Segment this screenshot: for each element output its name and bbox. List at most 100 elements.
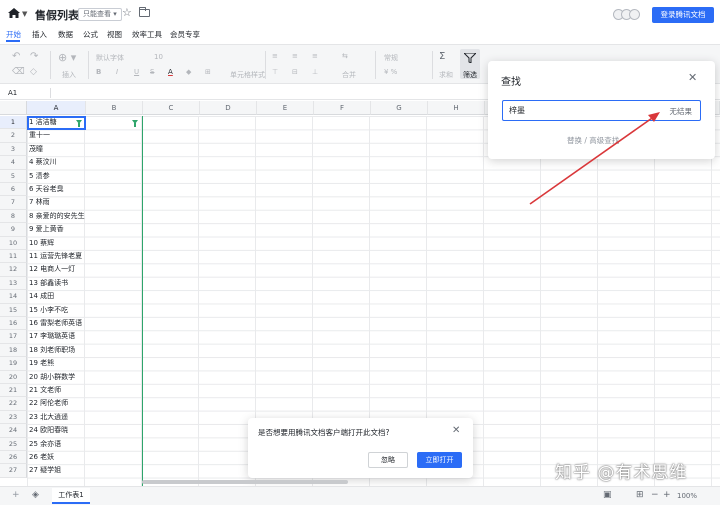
zoom-in-icon[interactable]: + [663,490,671,500]
column-header-d[interactable]: D [200,101,257,115]
cell-a[interactable]: 9 爱上黄香 [29,223,86,236]
cell-a[interactable]: 18 刘老师职场 [29,344,86,357]
row-header[interactable]: 10 [0,236,27,250]
row-header[interactable]: 5 [0,169,27,183]
cell-a[interactable]: 14 成田 [29,290,86,303]
login-button[interactable]: 登录腾讯文档 [652,7,714,23]
cell-a[interactable]: 17 李璐璐英语 [29,330,86,343]
grid-view-icon[interactable]: ⊞ [636,490,644,500]
chevron-down-icon[interactable]: ▼ [22,10,27,18]
merge-label[interactable]: 合并 [342,70,356,80]
clear-format-icon[interactable]: ◇ [30,67,37,77]
select-all-corner[interactable] [0,101,27,115]
number-format-select[interactable]: 常规 [384,53,398,63]
row-header[interactable]: 14 [0,290,27,304]
align-center-icon[interactable]: ≡ [292,52,298,60]
star-icon[interactable]: ☆ [122,6,132,19]
avatar[interactable] [629,9,640,20]
row-header[interactable]: 11 [0,250,27,264]
row-header[interactable]: 18 [0,343,27,358]
tab-insert[interactable]: 插入 [32,29,47,40]
column-header-h[interactable]: H [428,101,485,115]
cell-a[interactable]: 5 渍参 [29,170,86,183]
cell-a[interactable]: 6 天谷老臭 [29,183,86,196]
fill-color-icon[interactable]: ◆ [186,68,191,76]
funnel-icon[interactable] [464,53,476,63]
column-header-f[interactable]: F [314,101,371,115]
tab-efficiency-tools[interactable]: 效率工具 [132,29,162,40]
border-icon[interactable]: ⊞ [205,68,211,76]
filter-label[interactable]: 筛选 [463,70,477,80]
format-painter-icon[interactable]: ⌫ [12,67,25,77]
row-header[interactable]: 1 [0,116,27,130]
font-color-icon[interactable]: A [168,68,173,76]
cell-a[interactable]: 11 运营先锋老夏 [29,250,86,263]
zoom-level[interactable]: 100% [677,492,697,500]
column-header-g[interactable]: G [371,101,428,115]
row-header[interactable]: 24 [0,424,27,438]
cell-a[interactable]: 7 林雨 [29,196,86,209]
row-header[interactable]: 7 [0,196,27,210]
cell-a[interactable]: 27 疑学姐 [29,464,86,477]
redo-icon[interactable]: ↷ [30,51,38,62]
cell-a[interactable]: 4 蔡汶川 [29,156,86,169]
tab-member[interactable]: 会员专享 [170,29,200,40]
column-header-e[interactable]: E [257,101,314,115]
row-header[interactable]: 15 [0,303,27,317]
zoom-out-icon[interactable]: − [651,490,659,500]
align-top-icon[interactable]: ⊤ [272,68,278,76]
wrap-icon[interactable]: ⇆ [342,52,348,60]
sheet-tab[interactable]: 工作表1 [52,488,90,504]
row-header[interactable]: 6 [0,183,27,197]
row-header[interactable]: 27 [0,464,27,478]
close-icon[interactable]: ✕ [452,425,460,436]
close-icon[interactable]: ✕ [688,71,697,84]
undo-icon[interactable]: ↶ [12,51,20,62]
add-sheet-icon[interactable]: + [12,490,20,500]
sheets-list-icon[interactable]: ◈ [32,490,39,500]
cell-a[interactable]: 8 亲爱的的安先生 [29,210,86,223]
row-header[interactable]: 21 [0,384,27,398]
row-header[interactable]: 3 [0,142,27,157]
add-icon[interactable]: ⊕ ▾ [58,51,76,64]
filter-icon[interactable] [132,120,138,127]
row-header[interactable]: 20 [0,370,27,384]
row-header[interactable]: 8 [0,209,27,224]
cell-a[interactable]: 茂瞳 [29,143,86,156]
cell-a[interactable]: 25 余亦语 [29,438,86,451]
italic-icon[interactable]: I [116,68,118,76]
align-bottom-icon[interactable]: ⊥ [312,68,318,76]
cell-a[interactable]: 21 文老师 [29,384,86,397]
horizontal-scrollbar[interactable] [142,480,348,484]
insert-label[interactable]: 插入 [62,70,76,80]
row-header[interactable]: 25 [0,437,27,451]
column-header-b[interactable]: B [86,101,143,115]
row-header[interactable]: 19 [0,357,27,371]
replace-advanced-link[interactable]: 替换 / 高级查找 [567,135,619,146]
view-mode-icon[interactable]: ▣ [603,490,612,500]
row-header[interactable]: 23 [0,410,27,425]
folder-icon[interactable] [139,7,150,17]
cell-a[interactable]: 23 北大逍遥 [29,411,86,424]
row-header[interactable]: 16 [0,317,27,331]
cell-a[interactable]: 10 蔡辉 [29,237,86,250]
tab-start[interactable]: 开始 [6,29,21,40]
row-header[interactable]: 17 [0,330,27,344]
find-input[interactable]: 梓墨 无结果 [502,100,701,121]
sum-label[interactable]: 求和 [439,70,453,80]
sum-icon[interactable]: Σ [439,51,445,62]
cell-a[interactable]: 16 雷梨老师英语 [29,317,86,330]
home-icon[interactable] [8,8,20,18]
filter-icon[interactable] [76,120,82,127]
row-header[interactable]: 13 [0,276,27,291]
currency-icon[interactable]: ¥ % [384,68,397,76]
tab-data[interactable]: 数据 [58,29,73,40]
cell-a[interactable]: 12 电商人一灯 [29,263,86,276]
cell-a[interactable]: 19 老熊 [29,357,86,370]
cell-a[interactable]: 20 胡小群数学 [29,371,86,384]
freeze-line[interactable] [142,116,143,486]
column-header-a[interactable]: A [27,101,86,115]
cell-a[interactable]: 15 小李不吃 [29,304,86,317]
strikethrough-icon[interactable]: S [150,68,154,76]
open-now-button[interactable]: 立即打开 [417,452,462,468]
